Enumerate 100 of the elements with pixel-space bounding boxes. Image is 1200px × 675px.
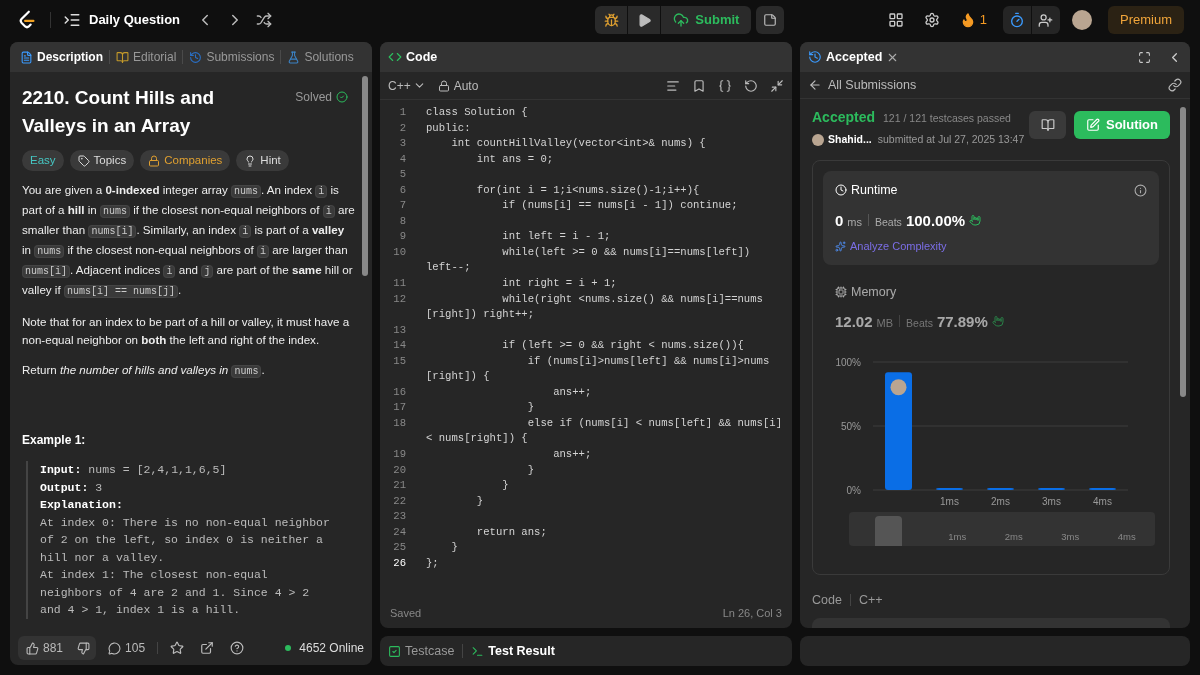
beats-percent: 77.89% xyxy=(936,312,988,333)
tag-button[interactable]: Topics xyxy=(69,150,135,171)
panel-tab[interactable]: Editorial xyxy=(112,48,181,66)
example-line: At index 1: The closest non-equal xyxy=(40,567,268,583)
comments-button[interactable]: 105 xyxy=(104,639,150,657)
axis-label: 100% xyxy=(835,356,861,368)
link-icon[interactable] xyxy=(1168,78,1182,92)
check-circle-icon xyxy=(336,91,348,103)
premium-button[interactable]: Premium xyxy=(1108,6,1184,34)
difficulty-tag[interactable]: Easy xyxy=(22,150,64,171)
code-line: if (nums[i] == nums[i - 1]) continue; xyxy=(501,198,738,214)
accepted-tab[interactable]: Accepted xyxy=(826,47,883,67)
info-icon[interactable] xyxy=(1134,183,1147,197)
code-language: C++ xyxy=(858,591,883,609)
format-icon[interactable] xyxy=(666,78,680,93)
language-dropdown[interactable]: C++ xyxy=(388,76,426,95)
debug-button[interactable] xyxy=(595,6,628,34)
tag-button[interactable]: Companies xyxy=(140,150,231,171)
problem-paragraph: You are given a 0-indexed integer array nums . An index i is part of a hill in nums if the closest non-equal neighbors of i are smaller than nums[i] . Similarly, an index i is part of a valley in nums if the closest non-equal neighbors of i are larger than nums[i] . Adjacent indices i and j are part of the same hill or valley if nums[i] == nums[j] . xyxy=(22,182,356,300)
arrow-left-icon xyxy=(808,78,822,92)
save-status: Saved xyxy=(390,605,422,621)
invite-button[interactable] xyxy=(1032,6,1060,34)
username: Shahid... xyxy=(828,132,872,147)
line-number: 23 xyxy=(392,509,407,525)
panel-tab[interactable]: Test Result xyxy=(471,641,555,661)
example-line: Explanation: xyxy=(40,497,123,513)
maximize-icon[interactable] xyxy=(1138,50,1151,64)
navigator-handle[interactable] xyxy=(875,515,902,546)
book-icon xyxy=(116,50,129,64)
line-number: 5 xyxy=(398,167,407,183)
metric-unit: MB xyxy=(876,316,894,332)
line-number: 1 xyxy=(398,105,407,120)
tag-button[interactable]: Hint xyxy=(236,150,289,171)
line-number: 16 xyxy=(392,384,407,400)
code-line: int countHillValley(vector<int>& nums) { xyxy=(450,136,706,152)
tag-icon xyxy=(77,154,90,167)
collapse-icon[interactable] xyxy=(770,78,784,93)
code-line: int left = i - 1; xyxy=(501,229,611,245)
line-number: 18 xyxy=(392,415,407,431)
online-count: 4652 Online xyxy=(299,640,364,657)
avatar-marker xyxy=(890,379,907,395)
example-heading: Example 1: xyxy=(22,432,86,449)
braces-icon[interactable] xyxy=(718,78,732,93)
clap-icon xyxy=(991,315,1004,328)
panel-tab[interactable]: Solutions xyxy=(283,48,358,66)
code-line: } xyxy=(475,493,484,509)
submit-button[interactable]: Submit xyxy=(661,6,752,34)
panel-tab[interactable]: Testcase xyxy=(388,641,455,661)
thumbs-down-icon xyxy=(77,641,91,655)
beats-label: Beats xyxy=(906,316,933,332)
chart-bar xyxy=(1038,487,1065,490)
problem-list-icon[interactable] xyxy=(63,11,81,29)
panel-tab[interactable]: Description xyxy=(16,48,107,66)
code-line: public: xyxy=(426,120,471,136)
navigator-label: 3ms xyxy=(1061,529,1080,544)
chart-bar xyxy=(987,487,1014,490)
shuffle-icon[interactable] xyxy=(256,12,273,28)
terminal-icon xyxy=(471,644,485,658)
user-avatar[interactable] xyxy=(1072,10,1092,30)
code-line: } xyxy=(450,540,458,556)
document-icon xyxy=(20,50,33,64)
editorial-button[interactable] xyxy=(1029,111,1066,139)
axis-label: 4ms xyxy=(1093,495,1112,507)
settings-icon[interactable] xyxy=(923,12,940,28)
add-user-icon xyxy=(1038,12,1054,28)
bug-icon xyxy=(603,12,619,28)
chart-bar xyxy=(936,487,963,490)
favorite-icon[interactable] xyxy=(170,641,185,655)
code-line: }; xyxy=(426,555,439,571)
clock-icon xyxy=(835,184,847,197)
chip-icon xyxy=(835,285,847,298)
line-number: 22 xyxy=(392,493,407,509)
line-number: 26 xyxy=(392,555,407,571)
back-link[interactable]: All Submissions xyxy=(808,75,917,95)
share-icon[interactable] xyxy=(200,641,215,655)
navigator-label: 1ms xyxy=(948,529,967,544)
axis-label: 0% xyxy=(846,484,861,496)
timer-icon xyxy=(1009,12,1025,28)
daily-question-link[interactable]: Daily Question xyxy=(89,10,181,30)
line-number: 12 xyxy=(392,291,407,307)
example-line: Input: nums = [2,4,1,1,6,5] xyxy=(40,462,227,478)
code-line: for(int i = 1;i<nums.size()-1;i++){ xyxy=(475,182,700,198)
layout-icon[interactable] xyxy=(887,12,904,28)
streak-count: 1 xyxy=(979,11,987,30)
submission-time: submitted at Jul 27, 2025 13:47 xyxy=(877,132,1025,147)
code-line: } xyxy=(526,462,535,478)
code-heading: Code xyxy=(812,591,842,609)
line-number: 21 xyxy=(392,478,407,494)
line-number: 2 xyxy=(398,120,407,136)
reset-icon[interactable] xyxy=(744,78,758,93)
book-icon xyxy=(1040,118,1055,132)
bookmark-icon[interactable] xyxy=(692,78,706,93)
note-button[interactable] xyxy=(756,6,785,34)
help-icon[interactable] xyxy=(230,641,245,655)
timer-button[interactable] xyxy=(1003,6,1031,34)
panel-tab[interactable]: Submissions xyxy=(185,48,279,66)
navigator-label: 4ms xyxy=(1117,529,1136,544)
code-line: return ans; xyxy=(475,524,547,540)
run-button[interactable] xyxy=(628,6,661,34)
history-icon xyxy=(189,50,203,64)
